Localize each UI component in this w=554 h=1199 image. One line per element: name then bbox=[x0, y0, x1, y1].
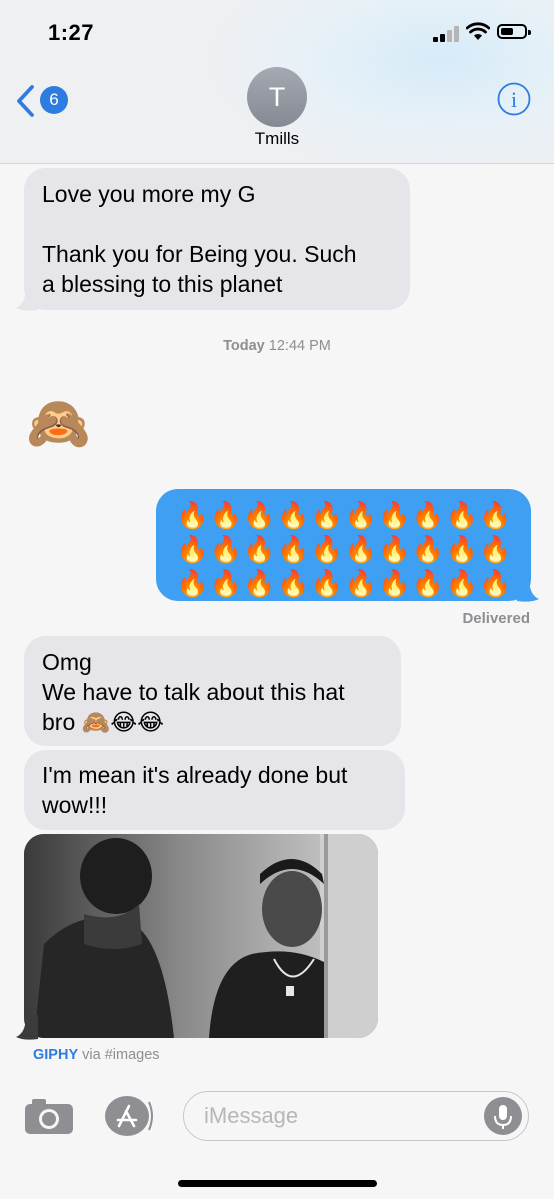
message-text: Thank you for Being you. Such bbox=[42, 241, 357, 267]
message-input-placeholder: iMessage bbox=[204, 1103, 299, 1128]
gif-image bbox=[24, 834, 378, 1038]
fire-emoji: 🔥 bbox=[445, 534, 478, 564]
fire-emoji: 🔥 bbox=[344, 568, 377, 598]
back-button[interactable]: 6 bbox=[16, 84, 76, 118]
giphy-via: via #images bbox=[82, 1047, 160, 1063]
giphy-attribution[interactable]: GIPHY via #images bbox=[33, 1047, 160, 1063]
delivered-status: Delivered bbox=[462, 610, 530, 627]
back-chevron-icon bbox=[17, 85, 34, 117]
home-indicator[interactable] bbox=[178, 1180, 377, 1187]
timestamp-day: Today bbox=[223, 338, 265, 354]
fire-emoji: 🔥 bbox=[277, 568, 310, 598]
fire-emoji: 🔥 bbox=[243, 568, 276, 598]
fire-emoji-grid: 🔥 🔥 🔥 🔥 🔥 🔥 🔥 🔥 🔥 🔥 🔥 🔥 🔥 🔥 🔥 🔥 🔥 🔥 🔥 🔥 … bbox=[176, 500, 514, 602]
giphy-brand: GIPHY bbox=[33, 1047, 79, 1063]
status-time: 1:27 bbox=[48, 20, 95, 45]
bubble-tail bbox=[517, 577, 539, 602]
timestamp: Today 12:44 PM bbox=[0, 338, 554, 354]
fire-emoji: 🔥 bbox=[378, 500, 411, 530]
message-input[interactable]: iMessage bbox=[183, 1091, 529, 1141]
fire-emoji: 🔥 bbox=[277, 534, 310, 564]
signal-icon bbox=[433, 26, 461, 42]
fire-emoji: 🔥 bbox=[310, 534, 344, 564]
fire-emoji: 🔥 bbox=[310, 568, 344, 598]
contact-avatar[interactable]: T bbox=[247, 67, 307, 127]
fire-emoji: 🔥 bbox=[209, 500, 243, 530]
fire-emoji: 🔥 bbox=[243, 500, 276, 530]
fire-emoji: 🔥 bbox=[176, 568, 209, 598]
fire-emoji: 🔥 bbox=[445, 500, 478, 530]
emoji-message[interactable]: 🙈 bbox=[26, 392, 91, 456]
message-text: a blessing to this planet bbox=[42, 271, 283, 297]
contact-name[interactable]: Tmills bbox=[0, 129, 554, 149]
fire-emoji: 🔥 bbox=[411, 534, 445, 564]
microphone-icon bbox=[494, 1105, 512, 1129]
fire-emoji: 🔥 bbox=[209, 568, 243, 598]
conversation-header: 1:27 6 T Tmills i bbox=[0, 0, 554, 164]
fire-emoji: 🔥 bbox=[411, 500, 445, 530]
fire-emoji: 🔥 bbox=[479, 500, 512, 530]
fire-emoji: 🔥 bbox=[378, 534, 411, 564]
fire-emoji: 🔥 bbox=[411, 568, 445, 598]
incoming-message[interactable]: Love you more my G Thank you for Being y… bbox=[24, 168, 410, 310]
fire-emoji: 🔥 bbox=[277, 500, 310, 530]
timestamp-time: 12:44 PM bbox=[268, 338, 331, 354]
gif-image-message[interactable] bbox=[24, 834, 378, 1038]
fire-emoji: 🔥 bbox=[176, 500, 209, 530]
fire-emoji: 🔥 bbox=[344, 534, 377, 564]
bubble-tail bbox=[16, 286, 38, 311]
message-text: I'm mean it's already done but bbox=[42, 762, 348, 788]
message-text: bro 🙈😂😂 bbox=[42, 709, 165, 735]
message-text: We have to talk about this hat bbox=[42, 679, 345, 705]
fire-emoji: 🔥 bbox=[378, 568, 411, 598]
incoming-message[interactable]: Omg We have to talk about this hat bro 🙈… bbox=[24, 636, 401, 746]
fire-emoji: 🔥 bbox=[310, 500, 344, 530]
incoming-message[interactable]: I'm mean it's already done but wow!!! bbox=[24, 750, 405, 830]
message-composer: iMessage bbox=[0, 1085, 554, 1155]
fire-emoji: 🔥 bbox=[344, 500, 377, 530]
status-bar: 1:27 bbox=[0, 0, 554, 60]
fire-emoji: 🔥 bbox=[209, 534, 243, 564]
message-text: Omg bbox=[42, 649, 92, 675]
fire-emoji: 🔥 bbox=[479, 568, 512, 598]
app-store-icon[interactable] bbox=[103, 1094, 157, 1138]
message-text: wow!!! bbox=[42, 792, 108, 818]
info-icon[interactable]: i bbox=[497, 82, 531, 116]
svg-text:i: i bbox=[511, 87, 517, 112]
camera-icon[interactable] bbox=[24, 1097, 74, 1135]
fire-emoji: 🔥 bbox=[176, 534, 209, 564]
unread-count-badge: 6 bbox=[40, 86, 68, 114]
battery-icon bbox=[497, 24, 531, 39]
bubble-tail bbox=[16, 1015, 38, 1040]
message-text: Love you more my G bbox=[42, 181, 256, 207]
fire-emoji: 🔥 bbox=[243, 534, 276, 564]
microphone-button[interactable] bbox=[484, 1097, 522, 1135]
wifi-icon bbox=[466, 22, 490, 40]
fire-emoji: 🔥 bbox=[479, 534, 512, 564]
fire-emoji: 🔥 bbox=[445, 568, 478, 598]
